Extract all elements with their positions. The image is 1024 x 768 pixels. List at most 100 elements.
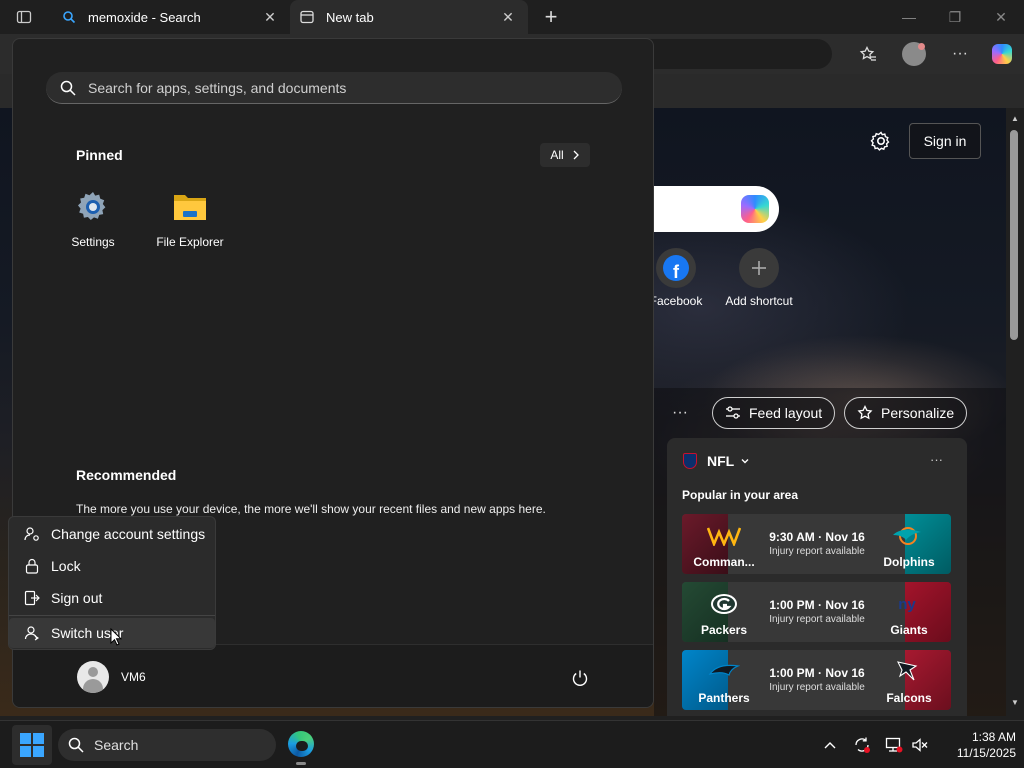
network-button[interactable] — [884, 733, 904, 757]
avatar-body — [83, 679, 103, 693]
page-settings-button[interactable] — [868, 128, 894, 154]
edge-taskbar-button[interactable] — [286, 729, 316, 759]
volume-muted-icon — [912, 738, 928, 752]
giants-logo-icon: ny — [887, 590, 927, 616]
game-card[interactable]: ny Packers 1:00 PM · Nov 16 Injury repor… — [682, 582, 951, 642]
profile-notification-dot — [918, 43, 925, 50]
panthers-logo-icon — [704, 660, 744, 684]
taskbar: 1:38 AM 11/15/2025 — [0, 720, 1024, 768]
scroll-down-icon[interactable]: ▼ — [1009, 698, 1021, 707]
plus-icon — [752, 261, 766, 275]
all-apps-button[interactable]: All — [540, 143, 590, 167]
sign-out-icon — [23, 590, 41, 606]
avatar[interactable] — [77, 661, 109, 693]
gear-icon — [870, 131, 890, 151]
show-hidden-icons-button[interactable] — [820, 733, 840, 757]
injury-note: Injury report available — [769, 546, 865, 557]
browser-tab-bar: memoxide - Search ✕ New tab ✕ + — ❐ ✕ — [0, 0, 1024, 34]
start-button[interactable] — [12, 725, 52, 765]
commanders-logo-icon — [704, 524, 744, 548]
menu-item-label: Sign out — [51, 590, 103, 606]
shortcut-icon-wrap — [739, 248, 779, 288]
nfl-header[interactable]: NFL — [683, 453, 750, 469]
lock-icon — [23, 558, 41, 574]
search-icon — [68, 737, 84, 753]
new-tab-button[interactable]: + — [538, 4, 564, 30]
volume-button[interactable] — [910, 733, 930, 757]
shortcut-icon-wrap: f — [656, 248, 696, 288]
game-card[interactable]: Comman... 9:30 AM · Nov 16 Injury report… — [682, 514, 951, 574]
personalize-button[interactable]: Personalize — [844, 397, 968, 429]
favorites-list-icon — [859, 46, 876, 61]
power-icon — [572, 670, 588, 686]
user-name[interactable]: VM6 — [121, 670, 146, 684]
away-team-name: Giants — [890, 623, 928, 637]
game-time: 1:00 PM · Nov 16 — [769, 666, 865, 680]
sliders-icon — [725, 405, 741, 421]
start-search-box[interactable] — [46, 72, 622, 104]
scroll-up-icon[interactable]: ▲ — [1009, 114, 1021, 123]
pinned-title: Pinned — [76, 147, 123, 163]
mouse-cursor-icon — [110, 627, 123, 649]
tab-close-button[interactable]: ✕ — [498, 9, 518, 26]
pinned-app-label: Settings — [71, 235, 115, 249]
nfl-card: NFL ··· Popular in your area Comman... 9… — [667, 438, 967, 716]
search-icon — [62, 10, 78, 24]
feed-layout-button[interactable]: Feed layout — [712, 397, 836, 429]
tab-search[interactable]: memoxide - Search ✕ — [52, 0, 290, 34]
nfl-menu-button[interactable]: ··· — [930, 452, 943, 467]
tab-title: memoxide - Search — [88, 9, 201, 25]
change-account-settings-item[interactable]: Change account settings — [9, 519, 215, 549]
page-scrollbar[interactable]: ▲ ▼ — [1006, 108, 1024, 716]
sync-status-button[interactable] — [852, 733, 872, 757]
start-footer: VM6 — [13, 644, 653, 707]
nfl-logo-icon — [683, 453, 697, 469]
avatar-head — [88, 667, 98, 677]
pinned-app-settings[interactable]: Settings — [48, 189, 138, 249]
address-bar[interactable] — [630, 39, 832, 69]
profile-button[interactable] — [898, 38, 930, 70]
sign-in-button[interactable]: Sign in — [909, 123, 981, 159]
tab-actions-button[interactable] — [8, 4, 40, 30]
restore-button[interactable]: ❐ — [932, 0, 978, 34]
menu-item-label: Lock — [51, 558, 81, 574]
switch-user-icon — [23, 625, 41, 641]
favorites-button[interactable] — [852, 38, 884, 70]
close-window-button[interactable]: ✕ — [978, 0, 1024, 34]
sign-out-item[interactable]: Sign out — [9, 583, 215, 613]
game-time: 1:00 PM · Nov 16 — [769, 598, 865, 612]
search-icon — [60, 80, 76, 96]
recommended-empty-text: The more you use your device, the more w… — [76, 502, 546, 516]
add-shortcut-button[interactable]: Add shortcut — [719, 248, 799, 308]
lock-item[interactable]: Lock — [9, 551, 215, 581]
game-time: 9:30 AM · Nov 16 — [769, 530, 865, 544]
personalize-label: Personalize — [881, 405, 955, 421]
copilot-icon[interactable] — [741, 195, 769, 223]
taskbar-search-box[interactable] — [58, 729, 276, 761]
clock[interactable]: 1:38 AM 11/15/2025 — [936, 729, 1016, 761]
settings-more-button[interactable]: ··· — [944, 38, 976, 70]
feed-layout-label: Feed layout — [749, 405, 823, 421]
network-icon — [885, 737, 903, 753]
windows-logo-icon — [20, 733, 44, 757]
account-settings-icon — [23, 526, 41, 542]
minimize-button[interactable]: — — [886, 0, 932, 34]
pinned-app-file-explorer[interactable]: File Explorer — [145, 189, 235, 249]
game-card[interactable]: Panthers 1:00 PM · Nov 16 Injury report … — [682, 650, 951, 710]
power-button[interactable] — [569, 667, 591, 689]
away-team-name: Falcons — [886, 691, 932, 705]
running-indicator — [296, 762, 306, 765]
taskbar-search-input[interactable] — [94, 737, 254, 753]
tab-close-button[interactable]: ✕ — [260, 9, 280, 26]
scrollbar-thumb[interactable] — [1010, 130, 1018, 340]
tab-new-tab[interactable]: New tab ✕ — [290, 0, 528, 34]
feed-more-button[interactable]: ··· — [672, 404, 688, 422]
chevron-right-icon — [572, 150, 580, 160]
menu-item-label: Change account settings — [51, 526, 206, 542]
start-search-input[interactable] — [88, 79, 568, 96]
copilot-button[interactable] — [986, 38, 1018, 70]
chevron-up-icon — [824, 742, 836, 749]
injury-note: Injury report available — [769, 614, 865, 625]
nfl-subtitle: Popular in your area — [682, 488, 799, 502]
clock-date: 11/15/2025 — [956, 746, 1016, 760]
